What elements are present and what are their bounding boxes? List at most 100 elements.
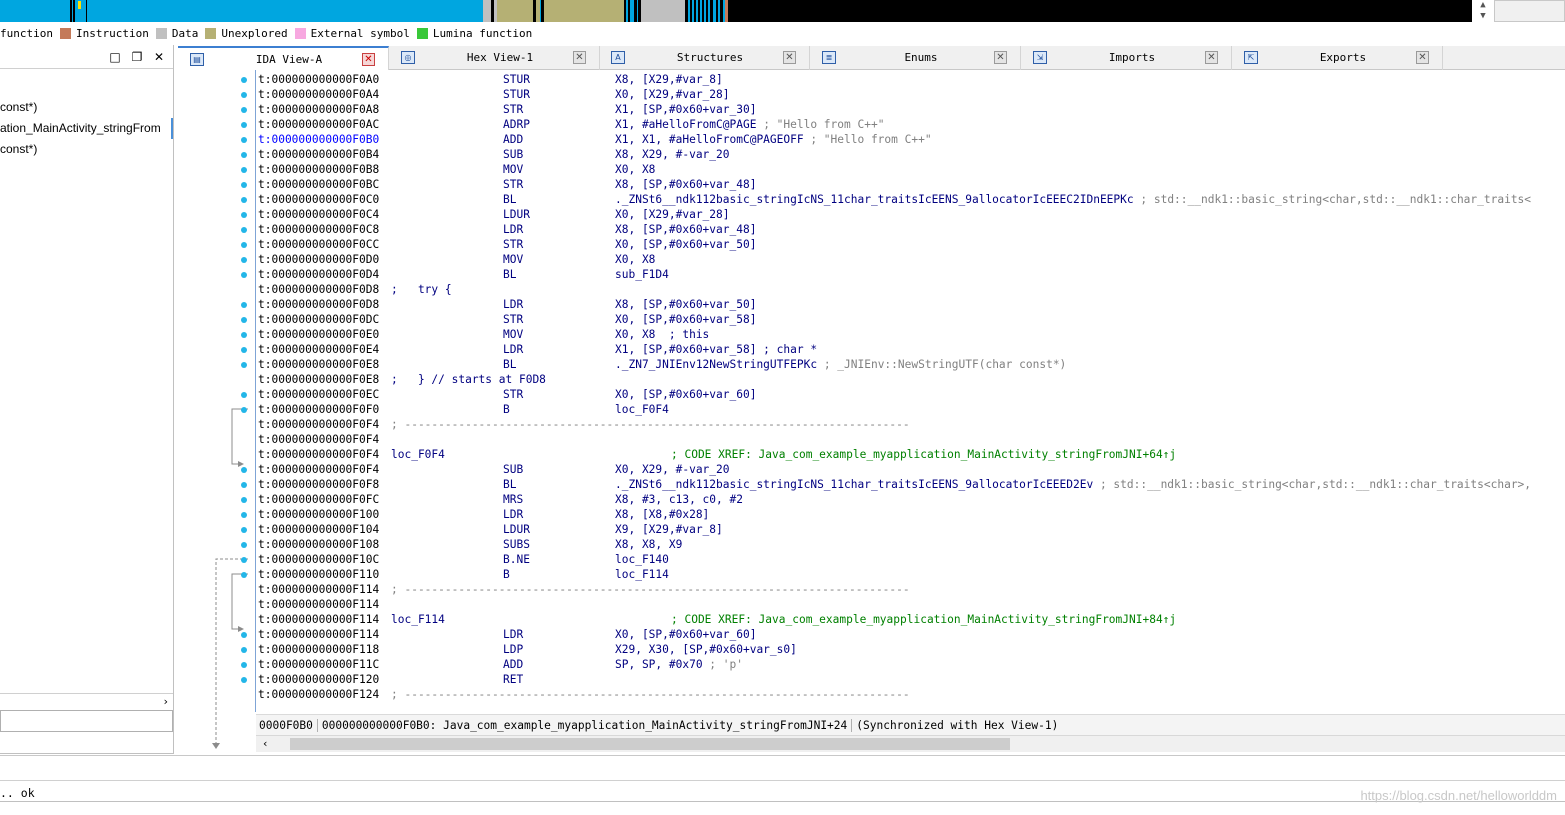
disasm-line[interactable]: t:000000000000F114 ; --------------------… xyxy=(258,582,910,597)
breakpoint-dot[interactable] xyxy=(241,272,247,278)
tab-close-icon[interactable]: ✕ xyxy=(573,51,586,64)
breakpoint-dot[interactable] xyxy=(241,152,247,158)
disasm-line[interactable]: t:000000000000F0EC STR X0, [SP,#0x60+var_6… xyxy=(258,387,756,402)
functions-filter-input[interactable] xyxy=(0,710,173,732)
breakpoint-dot[interactable] xyxy=(241,302,247,308)
disasm-line[interactable]: t:000000000000F0DC STR X0, [SP,#0x60+var_5… xyxy=(258,312,756,327)
nav-band-arrows[interactable]: ▲ ▼ xyxy=(1476,0,1490,22)
disasm-line[interactable]: t:000000000000F0E8 BL ._ZN7_JNIEnv12NewStr… xyxy=(258,357,1066,372)
breakpoint-dot[interactable] xyxy=(241,632,247,638)
disasm-line[interactable]: t:000000000000F0E4 LDR X1, [SP,#0x60+var_5… xyxy=(258,342,817,357)
breakpoint-dot[interactable] xyxy=(241,392,247,398)
breakpoint-dot[interactable] xyxy=(241,647,247,653)
disasm-line[interactable]: t:000000000000F0F0 Bloc_F0F4 xyxy=(258,402,669,417)
disasm-line[interactable]: t:000000000000F0F8 BL ._ZNSt6__ndk112basic… xyxy=(258,477,1531,492)
close-icon[interactable]: ✕ xyxy=(152,50,166,64)
disasm-line[interactable]: t:000000000000F0D8 LDR X8, [SP,#0x60+var_5… xyxy=(258,297,756,312)
disasm-line[interactable]: t:000000000000F104 LDUR X9, [X29,#var_8] xyxy=(258,522,723,537)
breakpoint-dot[interactable] xyxy=(241,197,247,203)
breakpoint-dot[interactable] xyxy=(241,482,247,488)
breakpoint-dot[interactable] xyxy=(241,467,247,473)
function-list-item[interactable]: const*) xyxy=(0,97,173,118)
breakpoint-dot[interactable] xyxy=(241,332,247,338)
disasm-line[interactable]: t:000000000000F0C4 LDUR X0, [X29,#var_28] xyxy=(258,207,730,222)
disasm-line[interactable]: t:000000000000F114 loc_F114 ; CODE XREF: J… xyxy=(258,612,1176,627)
breakpoint-dot[interactable] xyxy=(241,167,247,173)
tab-close-icon[interactable]: ✕ xyxy=(994,51,1007,64)
scroll-right-icon[interactable]: › xyxy=(162,694,169,709)
disasm-line[interactable]: t:000000000000F120 RET xyxy=(258,672,523,687)
function-list-item[interactable]: const*) xyxy=(0,139,173,160)
breakpoint-dot[interactable] xyxy=(241,662,247,668)
breakpoint-dot[interactable] xyxy=(241,77,247,83)
disasm-line[interactable]: t:000000000000F0E8 ; } // starts at F0D8 xyxy=(258,372,546,387)
tab-close-icon[interactable]: ✕ xyxy=(1205,51,1218,64)
breakpoint-dot[interactable] xyxy=(241,362,247,368)
disasm-line[interactable]: t:000000000000F0A8 STR X1, [SP,#0x60+var_3… xyxy=(258,102,756,117)
disasm-line[interactable]: t:000000000000F0D4 BL sub_F1D4 xyxy=(258,267,669,282)
disasm-line[interactable]: t:000000000000F118 LDP X29, X30, [SP,#0x60… xyxy=(258,642,797,657)
breakpoint-dot[interactable] xyxy=(241,227,247,233)
tab-hex-view-1[interactable]: ◎ Hex View-1 ✕ xyxy=(389,46,600,70)
tab-exports[interactable]: ⇱ Exports ✕ xyxy=(1232,46,1443,70)
disasm-line[interactable]: t:000000000000F0B4 SUB X8, X29, #-var_20 xyxy=(258,147,730,162)
tab-structures[interactable]: A Structures ✕ xyxy=(599,46,810,70)
disasm-line[interactable]: t:000000000000F0CC STR X0, [SP,#0x60+var_5… xyxy=(258,237,756,252)
tab-close-icon[interactable]: ✕ xyxy=(783,51,796,64)
restore-icon[interactable]: □ xyxy=(108,50,122,64)
disasm-line[interactable]: t:000000000000F114 LDR X0, [SP,#0x60+var_6… xyxy=(258,627,756,642)
scroll-left-icon[interactable]: ‹ xyxy=(262,736,269,752)
breakpoint-dot[interactable] xyxy=(241,542,247,548)
breakpoint-dot[interactable] xyxy=(241,512,247,518)
scroll-thumb[interactable] xyxy=(290,738,1010,750)
disasm-line[interactable]: t:000000000000F0B8 MOV X0, X8 xyxy=(258,162,655,177)
disasm-line[interactable]: t:000000000000F0F4 SUB X0, X29, #-var_20 xyxy=(258,462,730,477)
disasm-line[interactable]: t:000000000000F0C8 LDR X8, [SP,#0x60+var_4… xyxy=(258,222,756,237)
breakpoint-dot[interactable] xyxy=(241,572,247,578)
disasm-line[interactable]: t:000000000000F100 LDR X8, [X8,#0x28] xyxy=(258,507,709,522)
tab-ida-view-a[interactable]: ▤ IDA View-A ✕ xyxy=(178,46,389,70)
breakpoint-dot[interactable] xyxy=(241,137,247,143)
tab-enums[interactable]: ≣ Enums ✕ xyxy=(810,46,1021,70)
breakpoint-dot[interactable] xyxy=(241,497,247,503)
disasm-line[interactable]: t:000000000000F0F4 xyxy=(258,432,379,447)
float-icon[interactable]: ❐ xyxy=(130,50,144,64)
breakpoint-dot[interactable] xyxy=(241,182,247,188)
breakpoint-dot[interactable] xyxy=(241,407,247,413)
disasm-line[interactable]: t:000000000000F0BC STR X8, [SP,#0x60+var_4… xyxy=(258,177,756,192)
disasm-line[interactable]: t:000000000000F0A4 STUR X0, [X29,#var_28] xyxy=(258,87,730,102)
breakpoint-dot[interactable] xyxy=(241,677,247,683)
disasm-hscrollbar[interactable]: ‹ xyxy=(256,735,1565,752)
function-list-item[interactable]: ation_MainActivity_stringFrom xyxy=(0,118,173,139)
disasm-line[interactable]: t:000000000000F0F4 loc_F0F4 ; CODE XREF: J… xyxy=(258,447,1176,462)
disasm-line[interactable]: t:000000000000F0F4 ; --------------------… xyxy=(258,417,910,432)
breakpoint-dot[interactable] xyxy=(241,347,247,353)
disasm-line[interactable]: t:000000000000F108 SUBS X8, X8, X9 xyxy=(258,537,682,552)
breakpoint-dot[interactable] xyxy=(241,527,247,533)
disasm-line[interactable]: t:000000000000F0C0 BL ._ZNSt6__ndk112basic… xyxy=(258,192,1531,207)
disasm-line[interactable]: t:000000000000F10C B.NE loc_F140 xyxy=(258,552,669,567)
disasm-line[interactable]: t:000000000000F0A0 STUR X8, [X29,#var_8] xyxy=(258,72,723,87)
nav-band-dropdown[interactable] xyxy=(1494,0,1565,22)
functions-hscrollbar[interactable]: › xyxy=(0,693,173,709)
breakpoint-dot[interactable] xyxy=(241,122,247,128)
breakpoint-dot[interactable] xyxy=(241,557,247,563)
breakpoint-dot[interactable] xyxy=(241,212,247,218)
disasm-line[interactable]: t:000000000000F114 xyxy=(258,597,379,612)
xref-comment[interactable]: ; CODE XREF: Java_com_example_myapplicat… xyxy=(671,447,1176,462)
tab-close-icon[interactable]: ✕ xyxy=(1416,51,1429,64)
disasm-line[interactable]: t:000000000000F0E0 MOV X0, X8 ; this xyxy=(258,327,709,342)
code-label[interactable]: loc_F114 xyxy=(391,612,445,627)
disasm-line[interactable]: t:000000000000F124 ; --------------------… xyxy=(258,687,910,702)
breakpoint-dot[interactable] xyxy=(241,107,247,113)
tab-close-icon[interactable]: ✕ xyxy=(362,53,375,66)
navigation-band[interactable] xyxy=(0,0,1472,22)
tab-imports[interactable]: ⇲ Imports ✕ xyxy=(1021,46,1232,70)
disasm-line[interactable]: t:000000000000F110 Bloc_F114 xyxy=(258,567,669,582)
breakpoint-dot[interactable] xyxy=(241,317,247,323)
breakpoint-dot[interactable] xyxy=(241,92,247,98)
nav-down-icon[interactable]: ▼ xyxy=(1476,11,1490,22)
disasm-line[interactable]: t:000000000000F0B0 ADD X1, X1, #aHelloFrom… xyxy=(258,132,932,147)
disasm-line[interactable]: t:000000000000F0FC MRS X8, #3, c13, c0, #2 xyxy=(258,492,743,507)
breakpoint-dot[interactable] xyxy=(241,242,247,248)
